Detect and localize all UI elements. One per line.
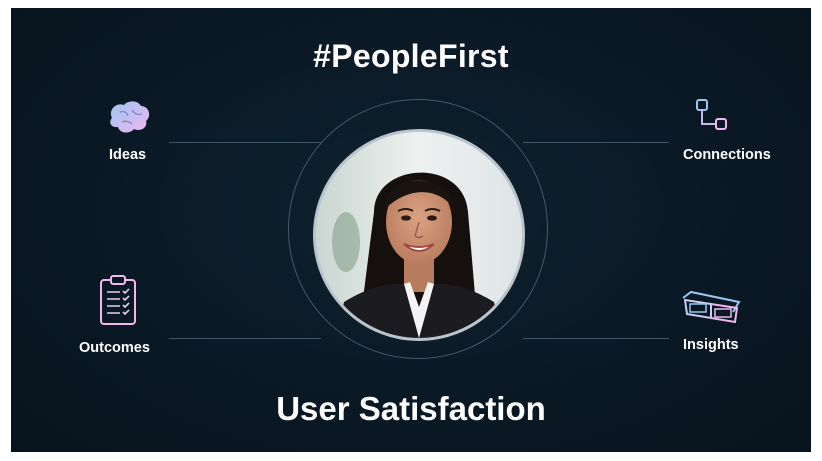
3d-glasses-icon	[682, 290, 741, 324]
outcomes-label: Outcomes	[79, 340, 150, 356]
connector-line-ideas	[169, 142, 321, 143]
connector-line-outcomes	[169, 338, 321, 339]
portrait-photo	[313, 129, 525, 341]
insights-label: Insights	[683, 337, 739, 353]
slide-subtitle: User Satisfaction	[276, 390, 546, 427]
slide: #PeopleFirst Ideas Connections Outcomes …	[11, 8, 811, 452]
clipboard-checklist-icon	[100, 275, 136, 325]
connector-line-connections	[523, 142, 669, 143]
connections-label: Connections	[683, 147, 771, 163]
ideas-label: Ideas	[109, 147, 147, 163]
slide-title: #PeopleFirst	[313, 38, 509, 74]
brain-icon	[110, 101, 150, 133]
connector-line-insights	[523, 338, 669, 339]
workflow-icon	[696, 99, 727, 130]
